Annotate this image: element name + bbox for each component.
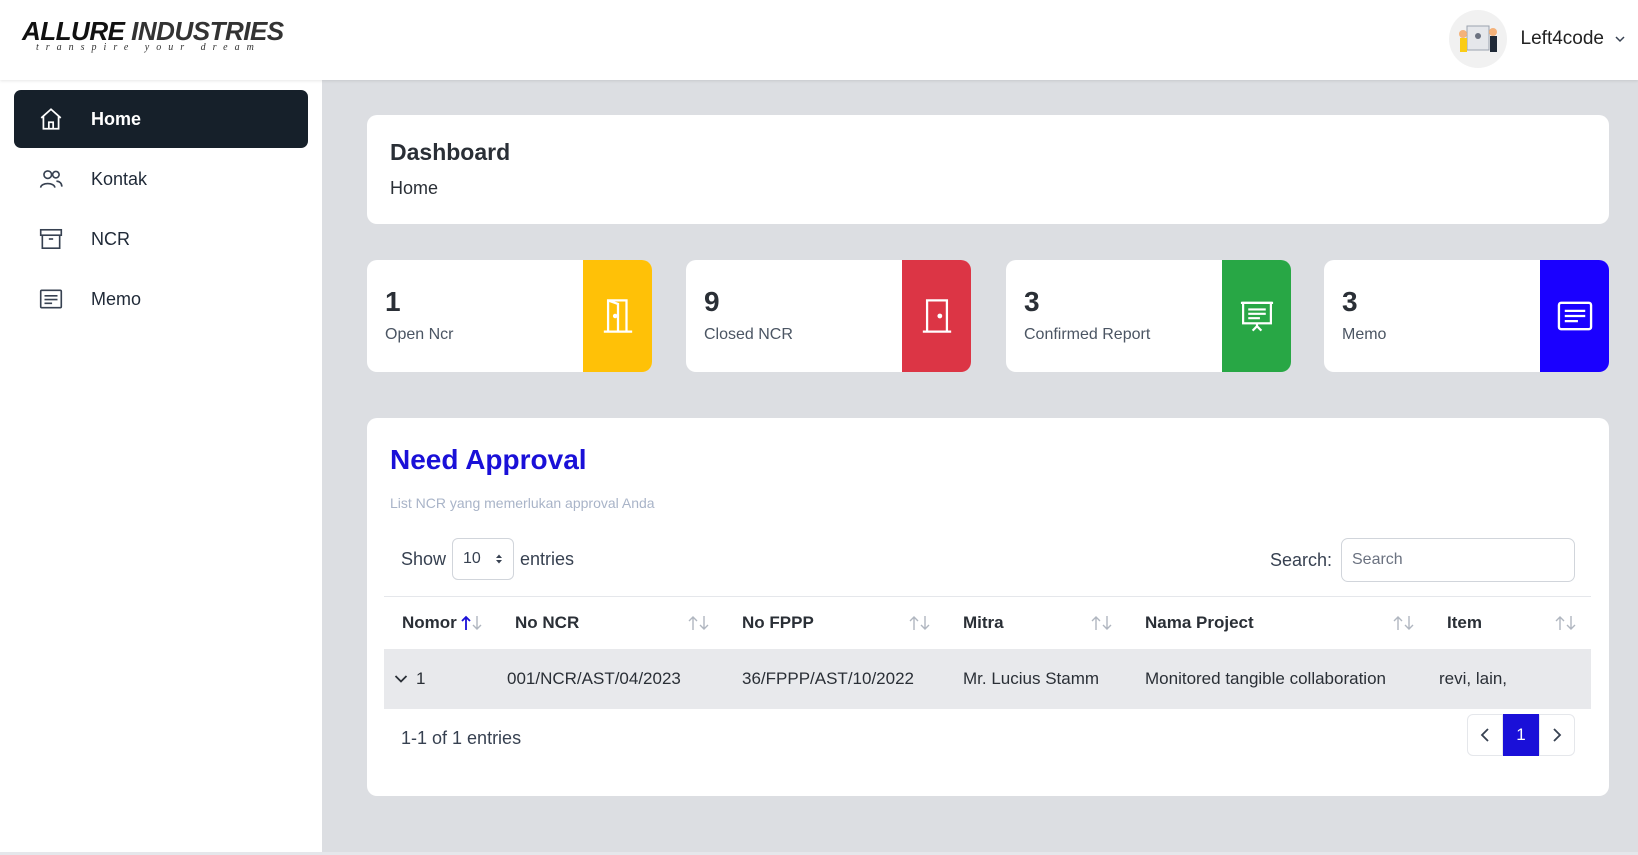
sidebar-item-label: Kontak [91,168,148,189]
select-arrows-icon [496,554,503,564]
stat-label: Confirmed Report [1024,326,1151,343]
stat-tile [583,260,652,372]
table-header-row: Nomor No NCR No FPPP Mitra Nama Project … [384,596,1591,649]
chevron-left-icon [1480,728,1489,742]
chevron-down-icon[interactable] [1614,33,1626,45]
user-name[interactable]: Left4code [1521,28,1604,50]
page-title: Dashboard [390,139,511,165]
page-button-current[interactable]: 1 [1503,714,1539,756]
avatar-illustration [1458,25,1497,52]
sort-icon [1091,616,1112,630]
sidebar-item-memo[interactable]: Memo [14,270,308,328]
col-header-mitra[interactable]: Mitra [945,596,1127,649]
search-label: Search: [1269,549,1332,570]
col-header-no-ncr[interactable]: No NCR [497,596,724,649]
memo-icon [36,284,66,314]
stat-tile [1540,260,1609,372]
sidebar-item-ncr[interactable]: NCR [14,210,308,268]
stat-label: Closed NCR [704,326,793,343]
next-page-button[interactable] [1539,714,1575,756]
col-header-no-fppp[interactable]: No FPPP [724,596,945,649]
col-header-item[interactable]: Item [1429,596,1591,649]
cell-no-ncr: 001/NCR/AST/04/2023 [497,649,724,709]
stat-tile [1222,260,1291,372]
entries-label: entries [520,548,575,569]
door-open-icon [603,299,632,333]
stat-label: Memo [1342,326,1387,343]
cell-item: revi, lain, [1429,649,1591,709]
page-header: Dashboard Home [367,115,1609,224]
sidebar-item-label: Memo [91,288,142,309]
need-approval-card: Need Approval List NCR yang memerlukan a… [367,418,1609,796]
sidebar: Home Kontak NCR Memo [0,80,322,855]
brand-logo[interactable]: ALLURE INDUSTRIES transpire your dream [22,18,284,53]
home-icon [36,104,66,134]
stat-tile [902,260,971,372]
stat-value: 3 [1342,286,1358,317]
sort-icon [1555,616,1576,630]
stat-value: 1 [385,286,401,317]
logo-tagline: transpire your dream [36,42,261,53]
top-bar: ALLURE INDUSTRIES transpire your dream L… [0,0,1638,80]
presentation-icon [1240,301,1273,332]
cell-nomor[interactable]: 1 [384,649,497,709]
col-header-nomor[interactable]: Nomor [384,596,497,649]
chevron-down-icon[interactable] [394,674,408,684]
memo-icon [1557,301,1592,331]
archive-icon [36,224,66,254]
sidebar-item-label: NCR [91,228,130,249]
sort-asc-icon [461,615,482,630]
door-closed-icon [922,299,951,333]
stat-value: 9 [704,286,720,317]
stat-card-closed-ncr[interactable]: 9 Closed NCR [686,260,971,372]
sort-icon [1393,616,1414,630]
main-content: Dashboard Home 1 Open Ncr 9 Closed NCR 3… [322,80,1638,855]
stat-label: Open Ncr [385,326,454,343]
avatar[interactable] [1448,10,1507,68]
search-control: Search: [1270,538,1575,582]
logo-text: ALLURE INDUSTRIES [22,16,284,46]
user-menu[interactable]: Left4code [1448,10,1626,68]
entries-select[interactable]: 10 [452,538,515,580]
stat-value: 3 [1024,286,1040,317]
chevron-right-icon [1553,728,1562,742]
search-input[interactable] [1341,538,1575,582]
section-title: Need Approval [390,444,587,475]
cell-no-fppp: 36/FPPP/AST/10/2022 [724,649,945,709]
stat-card-open-ncr[interactable]: 1 Open Ncr [367,260,652,372]
stat-card-memo[interactable]: 3 Memo [1324,260,1609,372]
section-subtitle: List NCR yang memerlukan approval Anda [390,495,655,511]
col-header-nama-project[interactable]: Nama Project [1127,596,1429,649]
approval-table: Nomor No NCR No FPPP Mitra Nama Project … [384,596,1591,709]
table-row[interactable]: 1 001/NCR/AST/04/2023 36/FPPP/AST/10/202… [384,649,1591,709]
cell-mitra: Mr. Lucius Stamm [945,649,1127,709]
sidebar-item-kontak[interactable]: Kontak [14,150,308,208]
entries-value: 10 [463,550,481,567]
table-info: 1-1 of 1 entries [401,728,522,748]
stat-card-confirmed-report[interactable]: 3 Confirmed Report [1006,260,1291,372]
prev-page-button[interactable] [1467,714,1503,756]
sort-icon [688,616,709,630]
sort-icon [909,616,930,630]
breadcrumb[interactable]: Home [390,178,438,199]
pagination: 1 [1467,714,1575,756]
sidebar-item-home[interactable]: Home [14,90,308,148]
users-icon [36,164,66,194]
sidebar-item-label: Home [91,108,142,129]
show-label: Show [401,548,447,569]
cell-nama-project: Monitored tangible collaboration [1127,649,1429,709]
page-length-control: Show 10 entries [401,538,574,580]
